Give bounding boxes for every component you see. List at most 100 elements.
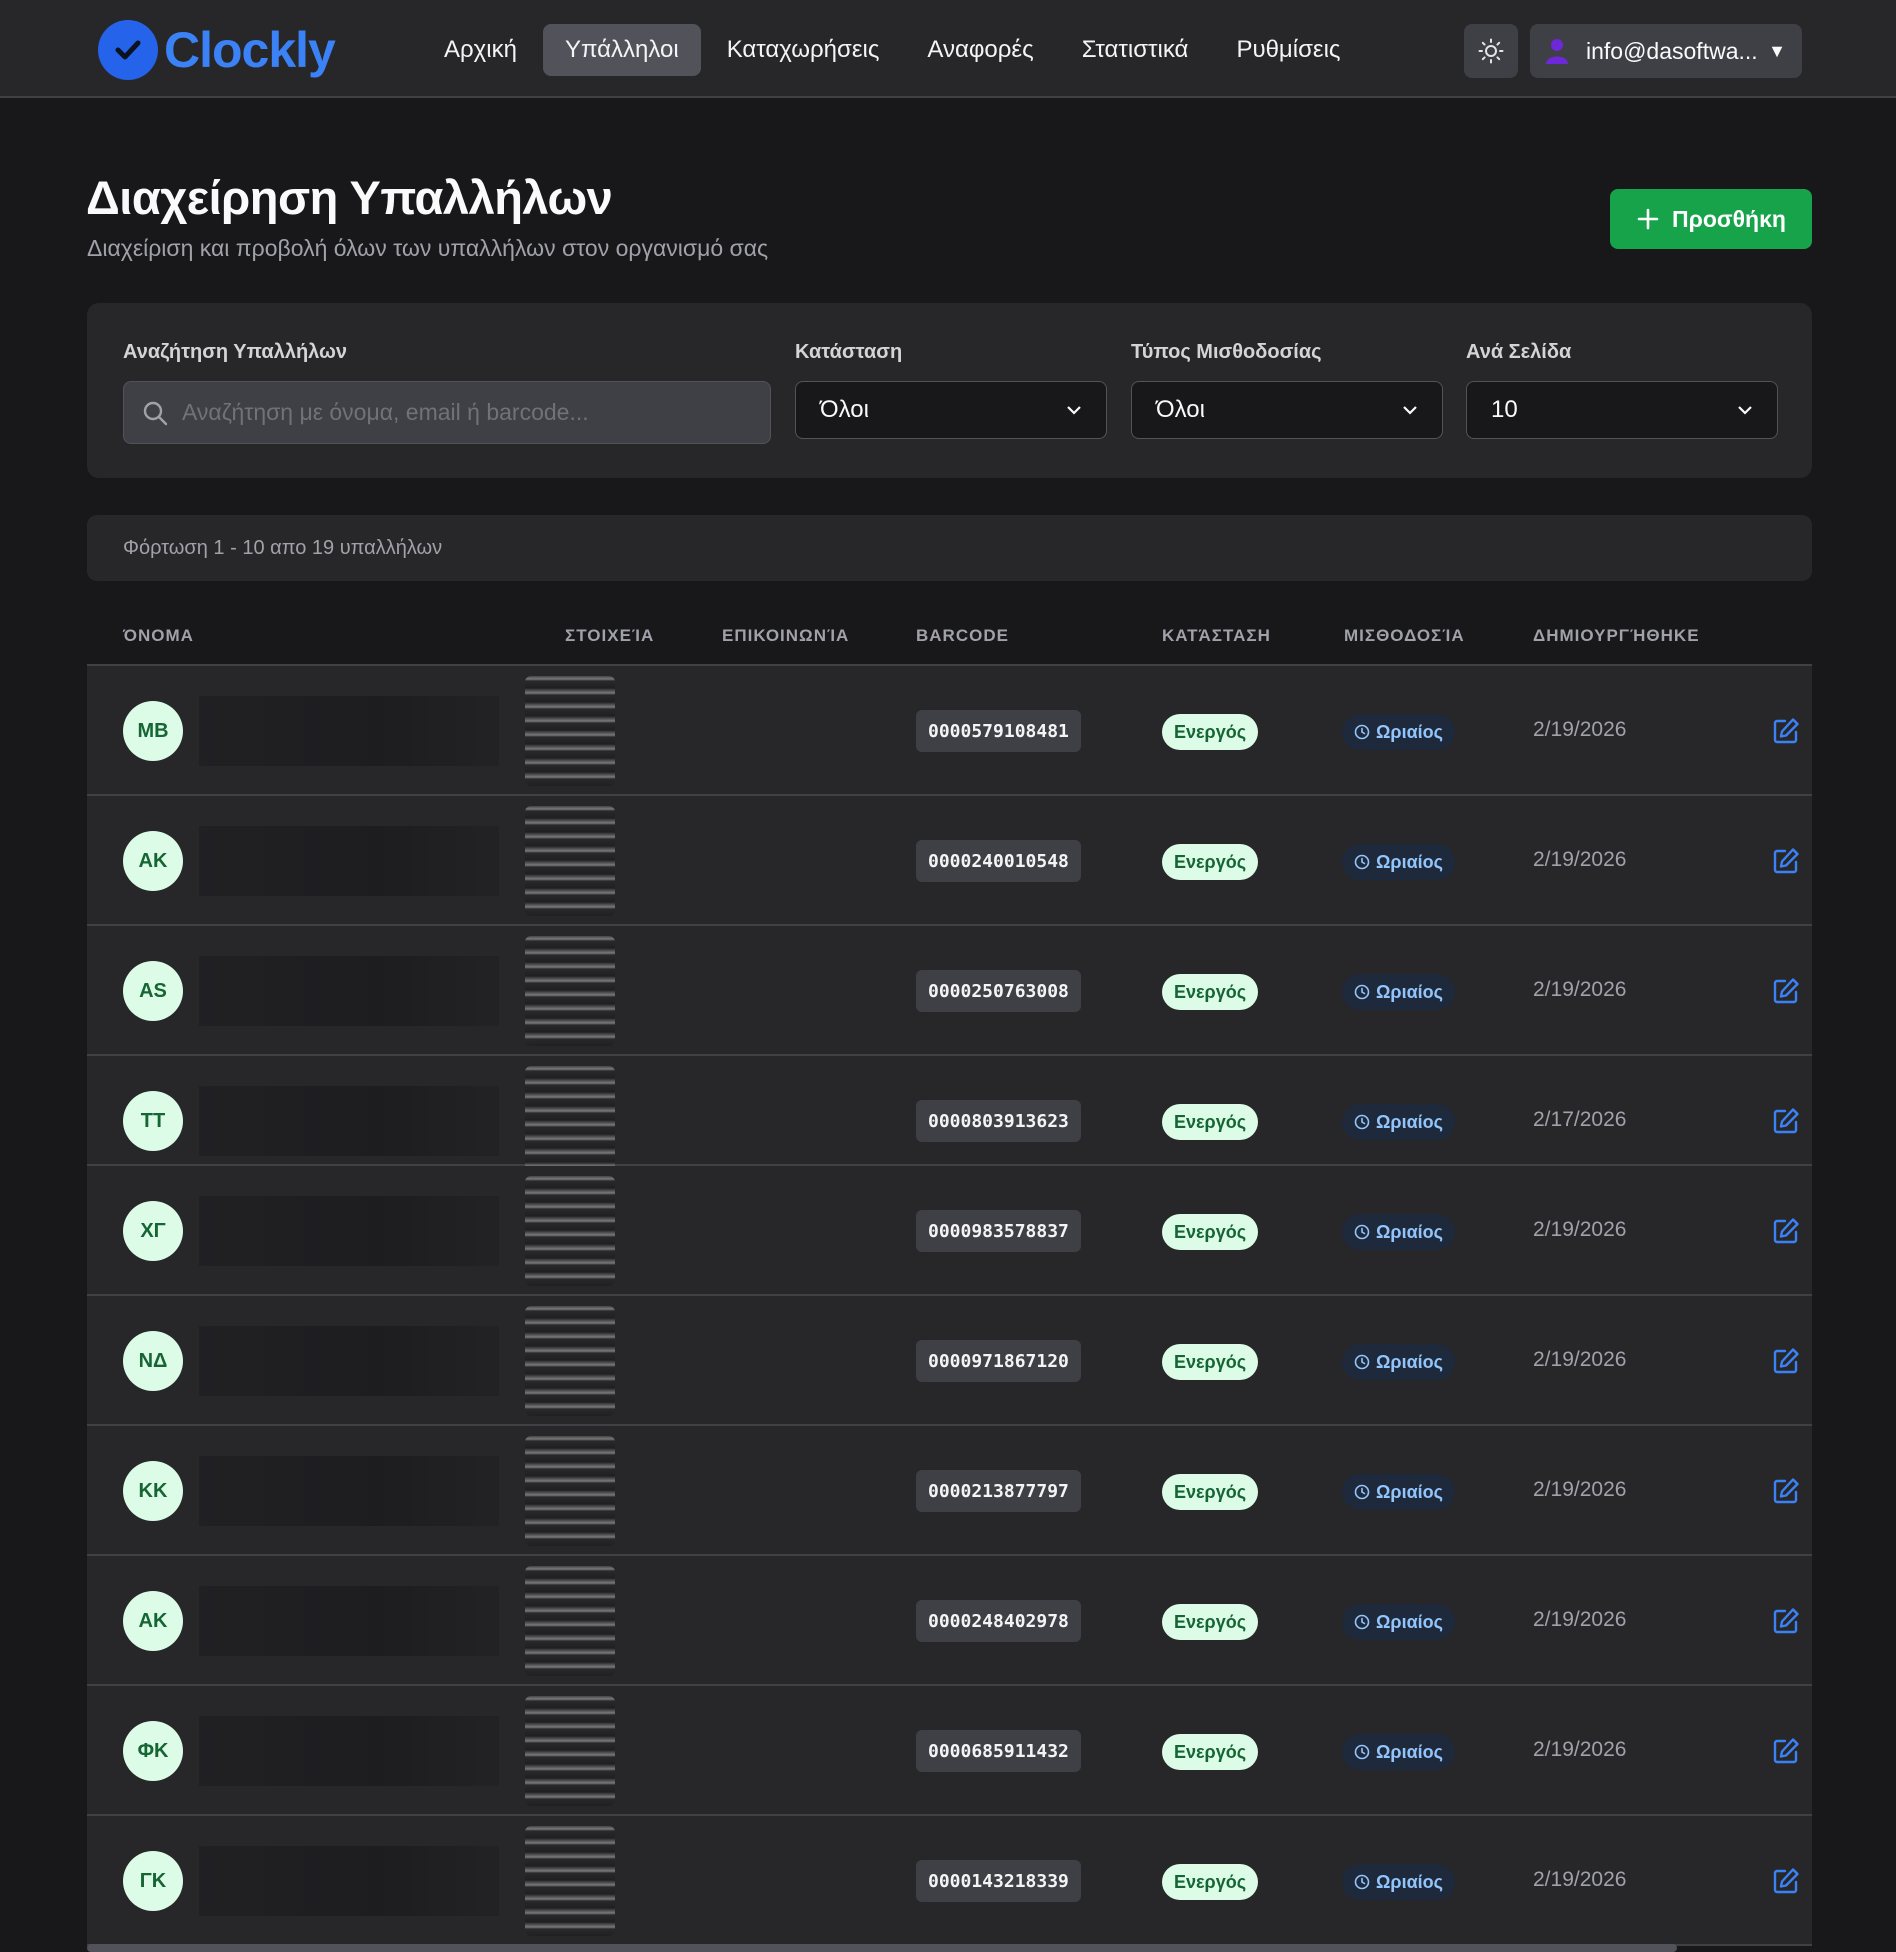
barcode-badge: 0000803913623 — [916, 1100, 1081, 1142]
status-select[interactable]: Όλοι — [795, 381, 1107, 439]
user-email: info@dasoftwa... — [1586, 37, 1758, 64]
table-row[interactable]: ΝΔ 0000971867120 Ενεργός Ωριαίος 2/19/20… — [87, 1296, 1812, 1426]
clock-icon — [1354, 1744, 1370, 1760]
payroll-badge-label: Ωριαίος — [1376, 721, 1443, 742]
edit-icon[interactable] — [1771, 1216, 1801, 1246]
redacted-employee-details — [525, 806, 615, 916]
column-header-details[interactable]: ΣΤΟΙΧΕΊΑ — [565, 626, 654, 646]
edit-icon[interactable] — [1771, 846, 1801, 876]
nav-item-home[interactable]: Αρχική — [422, 24, 539, 76]
payroll-badge-label: Ωριαίος — [1376, 1871, 1443, 1892]
nav-item-statistics[interactable]: Στατιστικά — [1060, 24, 1211, 76]
nav-item-employees[interactable]: Υπάλληλοι — [542, 24, 701, 76]
edit-icon[interactable] — [1771, 976, 1801, 1006]
edit-icon[interactable] — [1771, 1606, 1801, 1636]
redacted-employee-details — [525, 1826, 615, 1936]
payroll-badge: Ωριαίος — [1342, 714, 1455, 750]
payroll-badge: Ωριαίος — [1342, 1474, 1455, 1510]
edit-icon[interactable] — [1771, 1866, 1801, 1896]
search-icon — [143, 401, 168, 425]
column-header-contact[interactable]: ΕΠΙΚΟΙΝΩΝΊΑ — [722, 626, 849, 646]
nav-item-settings[interactable]: Ρυθμίσεις — [1214, 24, 1362, 76]
avatar: AK — [123, 1591, 183, 1651]
edit-icon[interactable] — [1771, 1736, 1801, 1766]
avatar: ΧΓ — [123, 1201, 183, 1261]
created-date: 2/19/2026 — [1533, 1218, 1627, 1241]
payroll-type-select[interactable]: Όλοι — [1131, 381, 1443, 439]
plus-icon — [1637, 208, 1659, 230]
redacted-employee-name — [199, 1456, 499, 1526]
table-row[interactable]: AS 0000250763008 Ενεργός Ωριαίος 2/19/20… — [87, 926, 1812, 1056]
status-badge: Ενεργός — [1162, 1734, 1259, 1770]
payroll-badge: Ωριαίος — [1342, 1864, 1455, 1900]
top-navbar: Clockly Αρχική Υπάλληλοι Καταχωρήσεις Αν… — [0, 0, 1896, 98]
table-row[interactable]: ΦΚ 0000685911432 Ενεργός Ωριαίος 2/19/20… — [87, 1686, 1812, 1816]
column-header-status[interactable]: ΚΑΤΆΣΤΑΣΗ — [1162, 626, 1271, 646]
add-employee-button[interactable]: Προσθήκη — [1610, 189, 1812, 249]
results-count-text: Φόρτωση 1 - 10 απο 19 υπαλλήλων — [123, 536, 443, 559]
created-date: 2/19/2026 — [1533, 1608, 1627, 1631]
redacted-employee-details — [525, 1696, 615, 1806]
created-date: 2/19/2026 — [1533, 1478, 1627, 1501]
employees-table-body: MB 0000579108481 Ενεργός Ωριαίος 2/19/20… — [87, 666, 1812, 1946]
search-input[interactable] — [182, 399, 742, 426]
edit-icon[interactable] — [1771, 1346, 1801, 1376]
clock-icon — [1354, 1224, 1370, 1240]
edit-icon[interactable] — [1771, 716, 1801, 746]
payroll-badge: Ωριαίος — [1342, 844, 1455, 880]
avatar: TT — [123, 1091, 183, 1151]
column-header-name[interactable]: ΌΝΟΜΑ — [123, 626, 194, 646]
horizontal-scrollbar[interactable] — [87, 1944, 1677, 1952]
clock-icon — [1354, 854, 1370, 870]
chevron-down-icon — [1067, 406, 1081, 415]
app-logo[interactable]: Clockly — [98, 20, 336, 80]
edit-icon[interactable] — [1771, 1106, 1801, 1136]
payroll-badge-label: Ωριαίος — [1376, 1481, 1443, 1502]
table-row[interactable]: ΚΚ 0000213877797 Ενεργός Ωριαίος 2/19/20… — [87, 1426, 1812, 1556]
payroll-badge: Ωριαίος — [1342, 1104, 1455, 1140]
theme-toggle-button[interactable] — [1464, 24, 1518, 78]
table-row[interactable]: ΧΓ 0000983578837 Ενεργός Ωριαίος 2/19/20… — [87, 1166, 1812, 1296]
table-row[interactable]: TT 0000803913623 Ενεργός Ωριαίος 2/17/20… — [87, 1056, 1812, 1176]
redacted-employee-name — [199, 1586, 499, 1656]
clock-check-icon — [98, 20, 158, 80]
redacted-employee-details — [525, 1066, 615, 1176]
payroll-badge: Ωριαίος — [1342, 1344, 1455, 1380]
clock-icon — [1354, 1614, 1370, 1630]
status-badge: Ενεργός — [1162, 1474, 1259, 1510]
search-field[interactable] — [123, 381, 771, 444]
per-page-select[interactable]: 10 — [1466, 381, 1778, 439]
edit-icon[interactable] — [1771, 1476, 1801, 1506]
created-date: 2/19/2026 — [1533, 848, 1627, 871]
table-row[interactable]: AK 0000240010548 Ενεργός Ωριαίος 2/19/20… — [87, 796, 1812, 926]
nav-item-entries[interactable]: Καταχωρήσεις — [705, 24, 902, 76]
barcode-badge: 0000250763008 — [916, 970, 1081, 1012]
sun-icon — [1478, 38, 1504, 64]
table-row[interactable]: MB 0000579108481 Ενεργός Ωριαίος 2/19/20… — [87, 666, 1812, 796]
status-badge: Ενεργός — [1162, 1864, 1259, 1900]
column-header-payroll[interactable]: ΜΙΣΘΟΔΟΣΊΑ — [1344, 626, 1465, 646]
user-menu-button[interactable]: info@dasoftwa... ▼ — [1530, 24, 1802, 78]
avatar: MB — [123, 701, 183, 761]
payroll-badge-label: Ωριαίος — [1376, 1351, 1443, 1372]
redacted-employee-name — [199, 956, 499, 1026]
table-row[interactable]: ΓΚ 0000143218339 Ενεργός Ωριαίος 2/19/20… — [87, 1816, 1812, 1946]
clock-icon — [1354, 1114, 1370, 1130]
clock-icon — [1354, 984, 1370, 1000]
table-row[interactable]: AK 0000248402978 Ενεργός Ωριαίος 2/19/20… — [87, 1556, 1812, 1686]
redacted-employee-name — [199, 1846, 499, 1916]
created-date: 2/19/2026 — [1533, 1348, 1627, 1371]
payroll-badge: Ωριαίος — [1342, 1214, 1455, 1250]
status-label: Κατάσταση — [795, 341, 903, 363]
column-header-barcode[interactable]: BARCODE — [916, 626, 1009, 646]
payroll-badge: Ωριαίος — [1342, 974, 1455, 1010]
clock-icon — [1354, 1484, 1370, 1500]
barcode-badge: 0000213877797 — [916, 1470, 1081, 1512]
barcode-badge: 0000248402978 — [916, 1600, 1081, 1642]
chevron-down-icon: ▼ — [1768, 40, 1786, 61]
created-date: 2/19/2026 — [1533, 1868, 1627, 1891]
status-select-value: Όλοι — [820, 396, 869, 423]
column-header-created[interactable]: ΔΗΜΙΟΥΡΓΉΘΗΚΕ — [1533, 626, 1700, 646]
nav-item-reports[interactable]: Αναφορές — [905, 24, 1055, 76]
avatar: ΚΚ — [123, 1461, 183, 1521]
